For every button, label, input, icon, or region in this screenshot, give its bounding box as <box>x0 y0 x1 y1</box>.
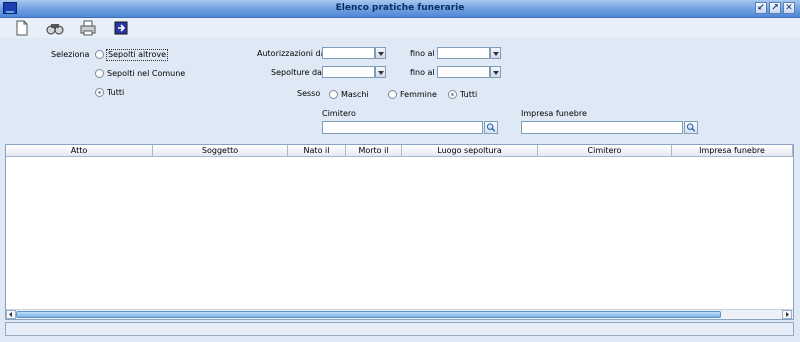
fino-al-label-1: fino al <box>410 49 435 58</box>
radio-femmine[interactable] <box>388 90 397 99</box>
column-header-atto[interactable]: Atto <box>6 145 153 157</box>
cimitero-label: Cimitero <box>322 109 356 118</box>
option-tutti-label[interactable]: Tutti <box>107 88 124 98</box>
autorizzazioni-dal-dropdown[interactable] <box>375 47 386 59</box>
column-header-morto-il[interactable]: Morto il <box>346 145 402 157</box>
maximize-icon[interactable]: ↗ <box>769 2 781 14</box>
autorizzazioni-dal-field[interactable] <box>322 47 375 59</box>
column-header-luogo-sepoltura[interactable]: Luogo sepoltura <box>402 145 538 157</box>
radio-tutti[interactable] <box>95 88 104 97</box>
sesso-tutti-label[interactable]: Tutti <box>460 90 477 100</box>
app-icon[interactable] <box>3 2 17 14</box>
horizontal-scrollbar[interactable] <box>6 309 793 319</box>
column-header-soggetto[interactable]: Soggetto <box>153 145 288 157</box>
title-bar: Elenco pratiche funerarie <box>0 0 800 18</box>
cimitero-search-icon[interactable] <box>484 121 498 134</box>
sepolture-dal-field[interactable] <box>322 66 375 78</box>
column-header-cimitero[interactable]: Cimitero <box>538 145 672 157</box>
fino-al-label-2: fino al <box>410 68 435 77</box>
new-document-icon[interactable] <box>13 20 31 36</box>
cimitero-field[interactable] <box>322 121 483 134</box>
sepolture-fino-al-field[interactable] <box>437 66 490 78</box>
seleziona-label: Seleziona <box>51 50 90 59</box>
option-sepolti-altrove-label[interactable]: Sepolti altrove <box>106 49 169 61</box>
sesso-femmine-label[interactable]: Femmine <box>400 90 437 100</box>
results-table[interactable]: Atto Soggetto Nato il Morto il Luogo sep… <box>5 144 794 320</box>
printer-icon[interactable] <box>79 20 97 36</box>
autorizzazioni-fino-al-dropdown[interactable] <box>490 47 501 59</box>
scroll-right-button[interactable] <box>782 310 792 319</box>
impresa-search-icon[interactable] <box>684 121 698 134</box>
restore-icon[interactable]: ↙ <box>755 2 767 14</box>
radio-sepolti-nel-comune[interactable] <box>95 69 104 78</box>
window-title: Elenco pratiche funerarie <box>335 3 465 13</box>
radio-sesso-tutti[interactable] <box>448 90 457 99</box>
sepolture-dal-label: Sepolture dal <box>271 68 325 77</box>
column-header-nato-il[interactable]: Nato il <box>288 145 346 157</box>
sesso-label: Sesso <box>297 89 321 98</box>
column-header-impresa-funebre[interactable]: Impresa funebre <box>672 145 793 157</box>
autorizzazioni-dal-label: Autorizzazioni dal <box>257 49 328 58</box>
status-bar <box>5 322 794 336</box>
sepolture-fino-al-dropdown[interactable] <box>490 66 501 78</box>
sepolture-dal-dropdown[interactable] <box>375 66 386 78</box>
close-icon[interactable]: ✕ <box>783 2 795 14</box>
scroll-right-icon <box>786 312 789 317</box>
scroll-left-icon <box>9 312 12 317</box>
autorizzazioni-fino-al-field[interactable] <box>437 47 490 59</box>
impresa-funebre-label: Impresa funebre <box>521 109 587 118</box>
impresa-funebre-field[interactable] <box>521 121 683 134</box>
sesso-maschi-label[interactable]: Maschi <box>341 90 369 100</box>
horizontal-scroll-thumb[interactable] <box>16 311 721 318</box>
binoculars-icon[interactable] <box>46 20 64 36</box>
scroll-left-button[interactable] <box>6 310 16 319</box>
radio-sepolti-altrove[interactable] <box>95 50 104 59</box>
option-sepolti-nel-comune-label[interactable]: Sepolti nel Comune <box>107 69 185 79</box>
exit-icon[interactable] <box>113 20 131 36</box>
radio-maschi[interactable] <box>329 90 338 99</box>
